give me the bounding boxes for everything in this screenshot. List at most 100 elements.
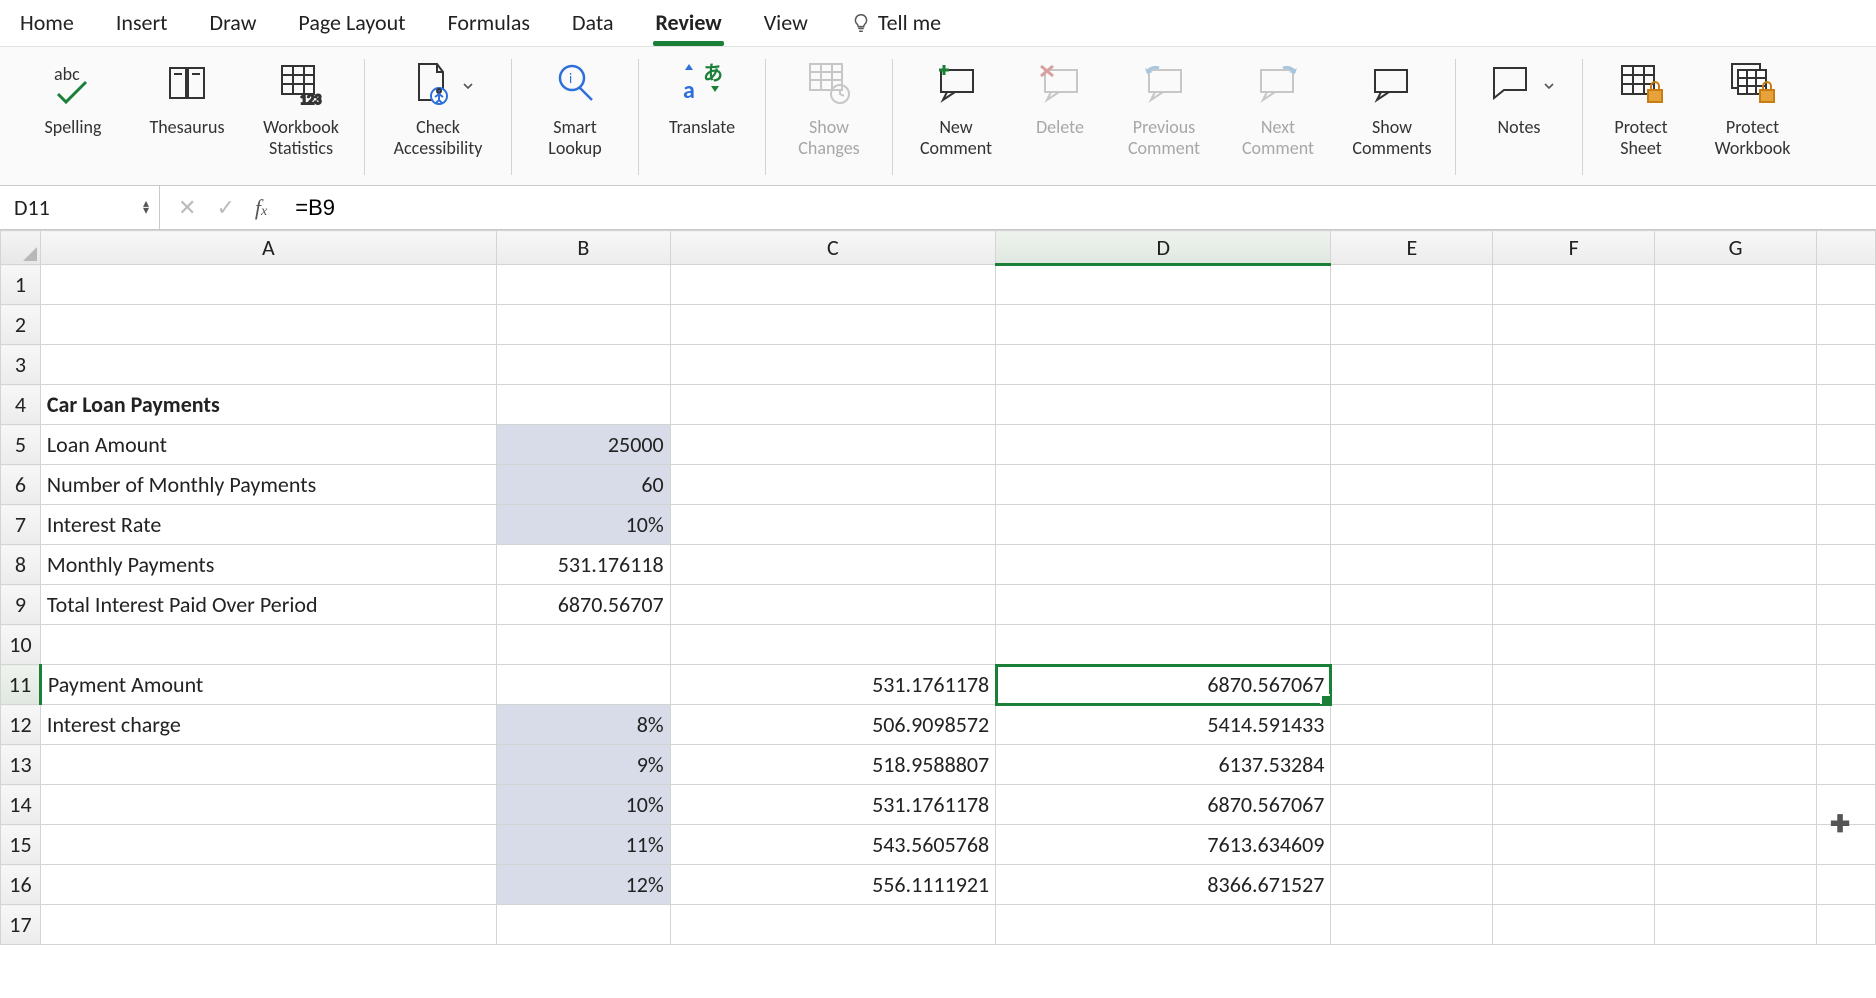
cell-A8[interactable]: Monthly Payments [40,545,496,585]
cell[interactable] [1493,345,1655,385]
cell[interactable] [40,825,496,865]
col-header-H[interactable] [1816,231,1875,265]
translate-button[interactable]: aあ Translate [657,55,747,138]
delete-comment-button[interactable]: Delete [1025,55,1095,138]
tab-tell-me[interactable]: Tell me [848,5,943,46]
cell[interactable] [1331,505,1493,545]
cell[interactable] [670,385,996,425]
cell[interactable] [996,425,1331,465]
cancel-formula-icon[interactable]: ✕ [178,194,196,221]
cell[interactable] [1816,265,1875,305]
tab-insert[interactable]: Insert [114,5,170,46]
row-header[interactable]: 9 [1,585,41,625]
cell[interactable] [496,625,670,665]
cell-A12[interactable]: Interest charge [40,705,496,745]
cell[interactable] [1493,425,1655,465]
cell[interactable] [1331,265,1493,305]
col-header-D[interactable]: D [996,231,1331,265]
cell[interactable] [1493,785,1655,825]
cell[interactable] [1493,465,1655,505]
cell[interactable] [670,345,996,385]
cell-B6[interactable]: 60 [496,465,670,505]
cell-C12[interactable]: 506.9098572 [670,705,996,745]
tab-review[interactable]: Review [653,5,723,46]
protect-sheet-button[interactable]: Protect Sheet [1601,55,1681,158]
fx-icon[interactable]: fx [255,195,267,221]
cell-C16[interactable]: 556.1111921 [670,865,996,905]
cell[interactable] [1655,425,1817,465]
cell[interactable] [1493,825,1655,865]
cell[interactable] [1331,545,1493,585]
cell[interactable] [1655,345,1817,385]
cell[interactable] [1331,705,1493,745]
show-comments-button[interactable]: Show Comments [1347,55,1437,158]
cell-D14[interactable]: 6870.567067 [996,785,1331,825]
accept-formula-icon[interactable]: ✓ [216,194,234,221]
cell[interactable] [496,345,670,385]
cell[interactable] [670,425,996,465]
cell[interactable] [996,625,1331,665]
thesaurus-button[interactable]: Thesaurus [142,55,232,138]
col-header-F[interactable]: F [1493,231,1655,265]
cell[interactable] [670,465,996,505]
cell[interactable] [996,305,1331,345]
protect-workbook-button[interactable]: Protect Workbook [1705,55,1800,158]
cell[interactable] [40,785,496,825]
tab-page-layout[interactable]: Page Layout [296,5,407,46]
cell[interactable] [1655,545,1817,585]
row-header[interactable]: 7 [1,505,41,545]
cell[interactable] [1655,865,1817,905]
tab-formulas[interactable]: Formulas [446,5,532,46]
cell[interactable] [1655,705,1817,745]
cell[interactable] [1493,625,1655,665]
cell-B16[interactable]: 12% [496,865,670,905]
cell[interactable] [1331,825,1493,865]
cell[interactable] [1816,425,1875,465]
cell-A11[interactable]: Payment Amount [40,665,496,705]
new-comment-button[interactable]: New Comment [911,55,1001,158]
cell[interactable] [1331,385,1493,425]
cell-D11[interactable]: 6870.567067 [996,665,1331,705]
cell[interactable] [1816,585,1875,625]
cell[interactable] [1655,625,1817,665]
cell[interactable] [496,665,670,705]
cell-C15[interactable]: 543.5605768 [670,825,996,865]
row-header[interactable]: 8 [1,545,41,585]
cell[interactable] [1816,825,1875,865]
cell-B8[interactable]: 531.176118 [496,545,670,585]
cell-C14[interactable]: 531.1761178 [670,785,996,825]
cell-B12[interactable]: 8% [496,705,670,745]
cell[interactable] [996,385,1331,425]
col-header-E[interactable]: E [1331,231,1493,265]
spreadsheet-grid[interactable]: A B C D E F G 1 2 3 4Car Loan Payments 5… [0,230,1876,945]
cell[interactable] [670,905,996,945]
cell[interactable] [1493,705,1655,745]
cell[interactable] [1816,785,1875,825]
cell[interactable] [1816,705,1875,745]
cell[interactable] [1331,745,1493,785]
cell[interactable] [670,265,996,305]
cell[interactable] [40,625,496,665]
show-changes-button[interactable]: Show Changes [784,55,874,158]
cell[interactable] [1331,865,1493,905]
smart-lookup-button[interactable]: i Smart Lookup [530,55,620,158]
row-header[interactable]: 12 [1,705,41,745]
cell[interactable] [40,265,496,305]
cell[interactable] [1655,265,1817,305]
cell[interactable] [1493,865,1655,905]
cell[interactable] [1816,545,1875,585]
cell-C11[interactable]: 531.1761178 [670,665,996,705]
cell[interactable] [1816,865,1875,905]
cell[interactable] [1331,465,1493,505]
cell-A4[interactable]: Car Loan Payments [40,385,496,425]
cell-D13[interactable]: 6137.53284 [996,745,1331,785]
cell-D12[interactable]: 5414.591433 [996,705,1331,745]
cell[interactable] [1655,385,1817,425]
cell-C13[interactable]: 518.9588807 [670,745,996,785]
cell[interactable] [40,305,496,345]
cell[interactable] [1331,905,1493,945]
row-header[interactable]: 4 [1,385,41,425]
cell[interactable] [40,345,496,385]
cell[interactable] [1816,625,1875,665]
row-header[interactable]: 11 [1,665,41,705]
